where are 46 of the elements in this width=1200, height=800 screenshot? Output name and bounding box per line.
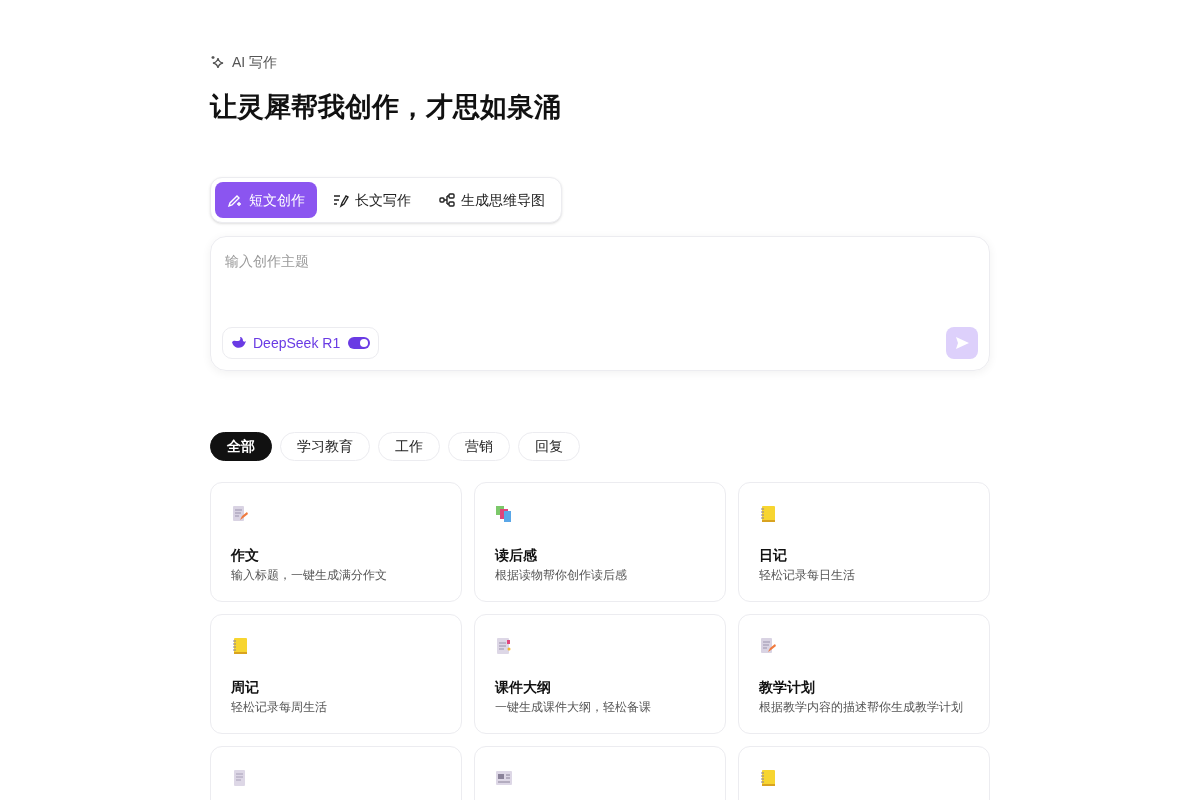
card-title: 读后感 [495, 546, 538, 565]
category-chip[interactable]: 工作 [378, 432, 440, 461]
section-label: AI 写作 [232, 53, 278, 72]
pencil-document-icon [231, 505, 249, 523]
card-title: 课件大纲 [495, 678, 552, 697]
card-description: 根据教学内容的描述帮你生成教学计划 [759, 699, 964, 716]
category-chip[interactable]: 全部 [210, 432, 272, 461]
model-name: DeepSeek R1 [253, 333, 341, 353]
card-title: 日记 [759, 546, 788, 565]
notebook-icon [759, 505, 777, 523]
template-card[interactable]: 教学计划 根据教学内容的描述帮你生成教学计划 [738, 614, 990, 734]
notebook-icon [759, 769, 777, 787]
sparkle-icon [210, 54, 226, 71]
template-card[interactable]: 日记 轻松记录每日生活 [738, 482, 990, 602]
card-description: 一键生成课件大纲，轻松备课 [495, 699, 652, 716]
model-toggle-pill[interactable]: DeepSeek R1 [222, 327, 380, 359]
pen-lines-icon [333, 192, 349, 208]
template-card[interactable]: 作文 输入标题，一键生成满分作文 [210, 482, 462, 602]
category-chip[interactable]: 回复 [518, 432, 580, 461]
notebook-icon [231, 637, 249, 655]
card-title: 教学计划 [759, 678, 816, 697]
page-title: 让灵犀帮我创作，才思如泉涌 [210, 91, 562, 124]
mode-tab[interactable]: 长文写作 [321, 182, 423, 218]
topic-input-field[interactable]: 输入创作主题 [222, 248, 978, 272]
send-icon [954, 335, 970, 351]
template-card[interactable]: 读后感 根据读物帮你创作读后感 [474, 482, 726, 602]
pen-sparkle-icon [227, 192, 243, 208]
category-chip[interactable]: 学习教育 [280, 432, 370, 461]
document-bookmark-icon [495, 637, 513, 655]
template-card[interactable]: 周记 轻松记录每周生活 [210, 614, 462, 734]
mindmap-icon [439, 192, 455, 208]
card-title: 周记 [231, 678, 260, 697]
card-description: 轻松记录每日生活 [759, 567, 856, 584]
pencil-document-icon [759, 637, 777, 655]
template-card[interactable]: 课件大纲 一键生成课件大纲，轻松备课 [474, 614, 726, 734]
model-switch[interactable] [348, 337, 371, 349]
mode-tab[interactable]: 生成思维导图 [427, 182, 557, 218]
card-title: 作文 [231, 546, 260, 565]
category-chip[interactable]: 营销 [448, 432, 510, 461]
mode-tab[interactable]: 短文创作 [215, 182, 317, 218]
whale-icon [231, 336, 247, 350]
card-description: 输入标题，一键生成满分作文 [231, 567, 388, 584]
card-description: 根据读物帮你创作读后感 [495, 567, 628, 584]
card-description: 轻松记录每周生活 [231, 699, 328, 716]
books-icon [495, 505, 513, 523]
newspaper-icon [495, 769, 513, 787]
